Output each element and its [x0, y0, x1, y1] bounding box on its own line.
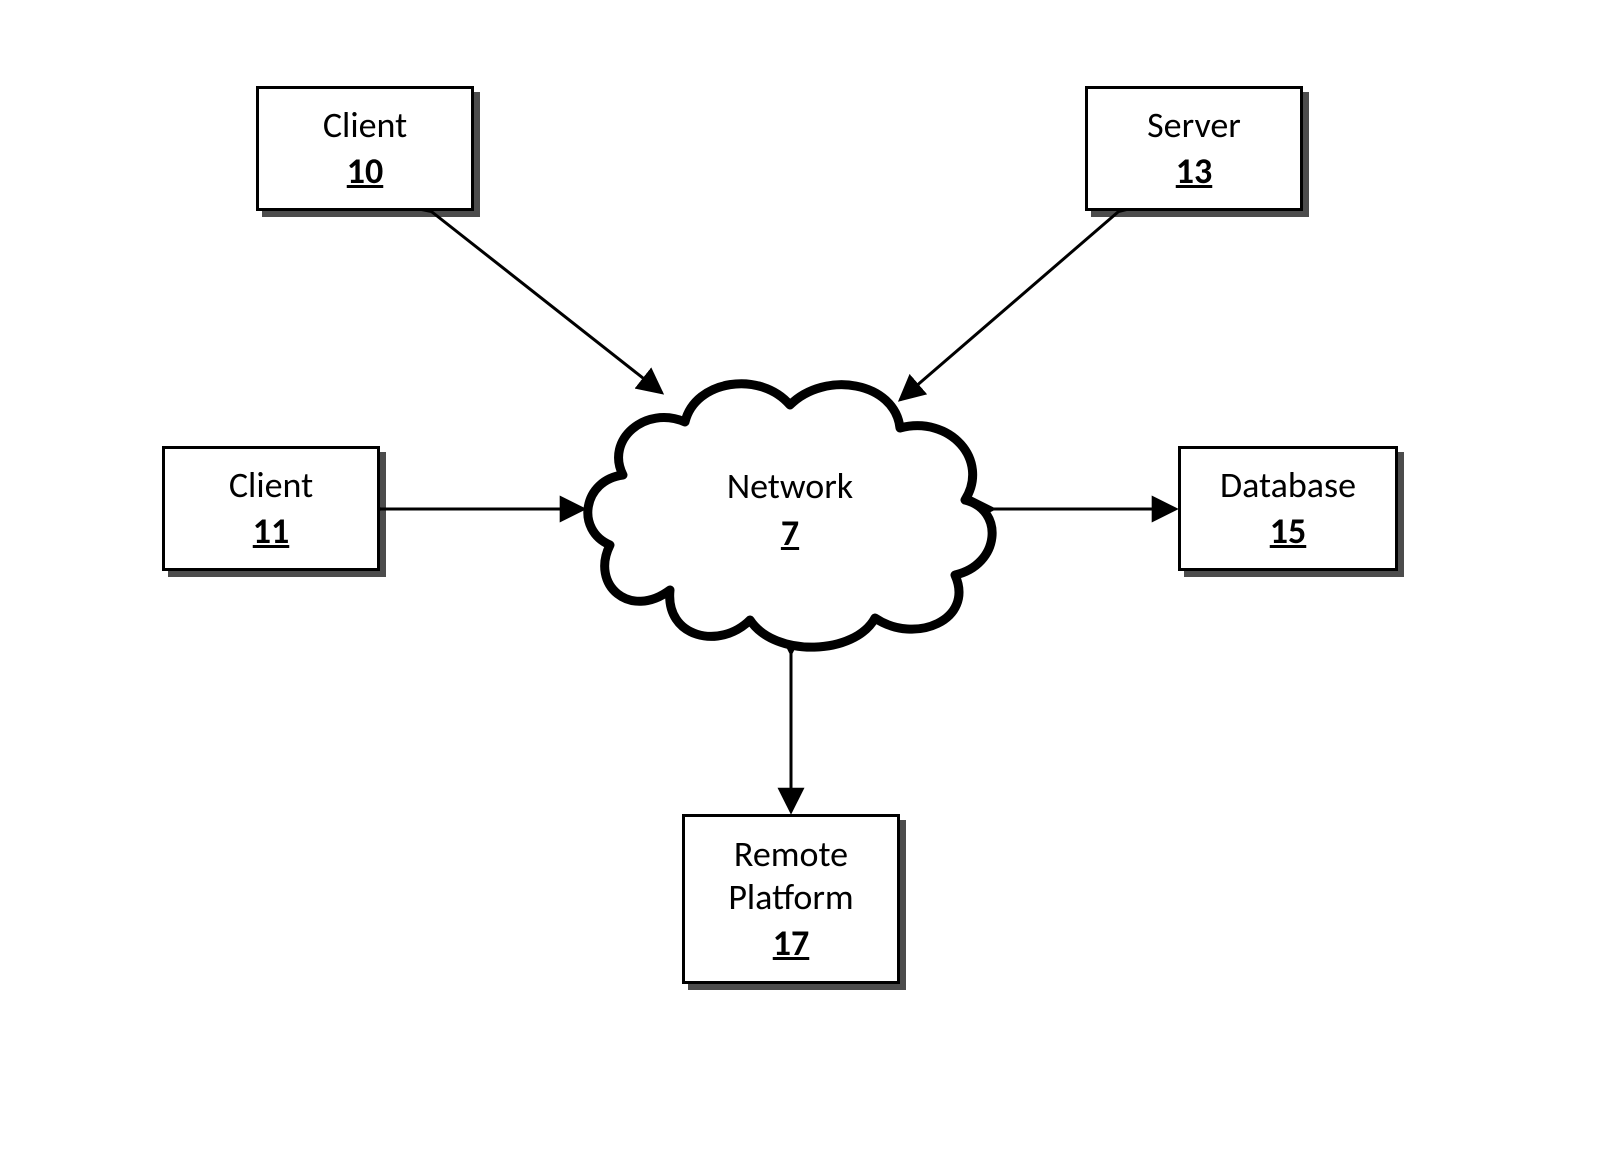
node-id: 15: [1270, 509, 1307, 553]
node-label: Network: [727, 465, 853, 508]
node-id: 11: [253, 509, 290, 553]
diagram-canvas: Client 10 Server 13 Client 11 Database 1…: [0, 0, 1609, 1159]
node-id: 17: [773, 921, 810, 965]
node-client-10: Client 10: [256, 86, 474, 211]
node-client-11: Client 11: [162, 446, 380, 571]
node-id: 10: [347, 149, 384, 193]
node-label: Client: [229, 464, 313, 507]
node-remote-platform-17: Remote Platform 17: [682, 814, 900, 984]
node-label: Database: [1220, 464, 1356, 507]
node-server-13: Server 13: [1085, 86, 1303, 211]
node-label: Client: [323, 104, 407, 147]
node-id: 13: [1176, 149, 1213, 193]
node-network-7: Network 7: [575, 360, 1005, 660]
node-database-15: Database 15: [1178, 446, 1398, 571]
node-label: Remote Platform: [728, 833, 853, 919]
node-id: 7: [781, 511, 799, 555]
node-label: Server: [1147, 104, 1241, 147]
